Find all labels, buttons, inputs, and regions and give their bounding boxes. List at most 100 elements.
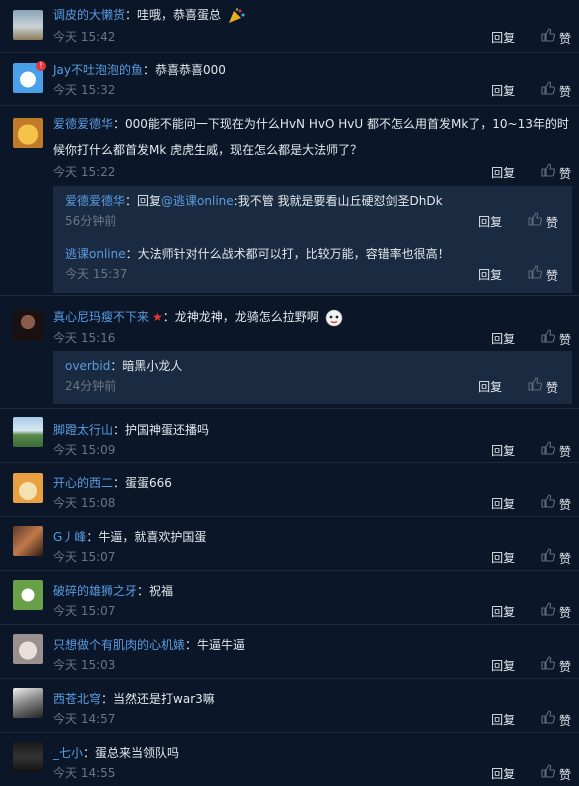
like-button[interactable]: 赞	[541, 548, 571, 567]
username-link[interactable]: 调皮的大懒货	[53, 8, 125, 22]
comment-text: 000能不能问一下现在为什么HvN HvO HvU 都不怎么用首发Mk了，10~…	[53, 117, 569, 157]
thumbs-up-icon	[541, 81, 556, 95]
username-link[interactable]: G丿峰	[53, 530, 86, 544]
party-popper-icon	[228, 7, 245, 23]
like-label: 赞	[558, 552, 571, 566]
reply-item: 逃课online：大法师针对什么战术都可以打，比较万能，容错率也很高！ 今天 1…	[65, 247, 558, 284]
thumbs-up-icon	[528, 377, 543, 391]
like-button[interactable]: 赞	[541, 710, 571, 729]
comment-time: 今天 15:09	[53, 443, 116, 457]
like-button[interactable]: 赞	[528, 212, 558, 231]
avatar[interactable]	[13, 10, 43, 40]
username-link[interactable]: Jay不吐泡泡的鱼	[53, 63, 143, 77]
reply-thread: 爱德爱德华：回复@逃课online:我不管 我就是要看山丘硬怼剑圣DhDk 56…	[53, 186, 572, 293]
username-link[interactable]: _七小	[53, 746, 83, 760]
comment-text: 牛逼，就喜欢护国蛋	[98, 530, 207, 544]
thumbs-up-icon	[541, 28, 556, 42]
like-label: 赞	[545, 269, 558, 283]
avatar[interactable]	[13, 688, 43, 718]
username-link[interactable]: overbid	[65, 359, 110, 373]
like-button[interactable]: 赞	[541, 494, 571, 513]
avatar[interactable]	[13, 634, 43, 664]
comment-time: 今天 15:08	[53, 496, 116, 510]
comment-item: G丿峰：牛逼，就喜欢护国蛋 今天 15:07 回复 赞	[0, 517, 579, 571]
thumbs-up-icon	[541, 602, 556, 616]
username-link[interactable]: 爱德爱德华	[65, 194, 125, 208]
username-link[interactable]: 脚蹬太行山	[53, 423, 113, 437]
reply-button[interactable]: 回复	[491, 657, 515, 674]
like-button[interactable]: 赞	[541, 441, 571, 460]
reply-button[interactable]: 回复	[491, 164, 515, 181]
comment-time: 今天 15:16	[53, 331, 116, 345]
reply-button[interactable]: 回复	[491, 603, 515, 620]
reply-time: 56分钟前	[65, 214, 117, 228]
like-label: 赞	[558, 167, 571, 181]
reply-button[interactable]: 回复	[478, 213, 502, 230]
comment-time: 今天 14:55	[53, 766, 116, 780]
username-link[interactable]: 只想做个有肌肉的心机婊	[53, 638, 185, 652]
star-icon: ★	[152, 310, 163, 324]
username-link[interactable]: 逃课online	[65, 247, 126, 261]
comment-item: ! Jay不吐泡泡的鱼：恭喜恭喜000 今天 15:32 回复 赞	[0, 53, 579, 106]
like-label: 赞	[558, 85, 571, 99]
avatar[interactable]	[13, 417, 43, 447]
comment-text: 龙神龙神，龙骑怎么拉野啊	[174, 310, 319, 324]
avatar[interactable]	[13, 526, 43, 556]
like-label: 赞	[558, 714, 571, 728]
like-button[interactable]: 赞	[528, 377, 558, 396]
like-button[interactable]: 赞	[541, 28, 571, 47]
notification-badge: !	[36, 61, 46, 71]
comment-text: 护国神蛋还播吗	[125, 423, 210, 437]
like-button[interactable]: 赞	[528, 265, 558, 284]
comment-item: 脚蹬太行山：护国神蛋还播吗 今天 15:09 回复 赞	[0, 409, 579, 463]
reply-item: overbid：暗黑小龙人 24分钟前 回复 赞	[65, 359, 558, 396]
like-label: 赞	[558, 660, 571, 674]
reply-button[interactable]: 回复	[491, 495, 515, 512]
comment-text: 哇哦，恭喜蛋总	[137, 8, 222, 22]
reply-button[interactable]: 回复	[478, 266, 502, 283]
comment-item: 破碎的雄狮之牙：祝福 今天 15:07 回复 赞	[0, 571, 579, 625]
reply-button[interactable]: 回复	[491, 29, 515, 46]
reply-button[interactable]: 回复	[491, 711, 515, 728]
comment-item: 只想做个有肌肉的心机婊：牛逼牛逼 今天 15:03 回复 赞	[0, 625, 579, 679]
reply-item: 爱德爱德华：回复@逃课online:我不管 我就是要看山丘硬怼剑圣DhDk 56…	[65, 194, 558, 231]
username-link[interactable]: 爱德爱德华	[53, 117, 113, 131]
avatar[interactable]	[13, 580, 43, 610]
like-button[interactable]: 赞	[541, 81, 571, 100]
comment-text: 当然还是打war3嘛	[113, 692, 215, 706]
username-link[interactable]: 破碎的雄狮之牙	[53, 584, 137, 598]
thumbs-up-icon	[541, 710, 556, 724]
comment-text: 恭喜恭喜000	[155, 63, 226, 77]
like-button[interactable]: 赞	[541, 602, 571, 621]
avatar[interactable]	[13, 310, 43, 340]
reply-button[interactable]: 回复	[491, 549, 515, 566]
thumbs-up-icon	[541, 548, 556, 562]
comment-item: 爱德爱德华：000能不能问一下现在为什么HvN HvO HvU 都不怎么用首发M…	[0, 106, 579, 296]
reply-button[interactable]: 回复	[478, 378, 502, 395]
reply-text: 暗黑小龙人	[122, 359, 183, 373]
comment-time: 今天 15:22	[53, 165, 116, 179]
thumbs-up-icon	[528, 212, 543, 226]
reply-text: :我不管 我就是要看山丘硬怼剑圣DhDk	[233, 194, 443, 208]
like-button[interactable]: 赞	[541, 656, 571, 675]
avatar[interactable]	[13, 473, 43, 503]
like-button[interactable]: 赞	[541, 163, 571, 182]
avatar[interactable]	[13, 118, 43, 148]
face-emoji-icon	[325, 309, 342, 326]
comment-item: 开心的西二：蛋蛋666 今天 15:08 回复 赞	[0, 463, 579, 517]
reply-button[interactable]: 回复	[491, 442, 515, 459]
reply-thread: overbid：暗黑小龙人 24分钟前 回复 赞	[53, 351, 572, 404]
thumbs-up-icon	[528, 265, 543, 279]
thumbs-up-icon	[541, 163, 556, 177]
username-link[interactable]: 西苍北穹	[53, 692, 101, 706]
username-link[interactable]: 开心的西二	[53, 476, 113, 490]
like-button[interactable]: 赞	[541, 329, 571, 348]
reply-text: 大法师针对什么战术都可以打，比较万能，容错率也很高！	[137, 247, 450, 261]
reply-button[interactable]: 回复	[491, 330, 515, 347]
thumbs-up-icon	[541, 764, 556, 778]
username-link[interactable]: 真心尼玛瘦不下来	[53, 310, 149, 324]
reply-prefix: 回复	[137, 194, 162, 208]
reply-button[interactable]: 回复	[491, 82, 515, 99]
mention-link[interactable]: @逃课online	[161, 194, 234, 208]
avatar[interactable]	[13, 742, 43, 772]
